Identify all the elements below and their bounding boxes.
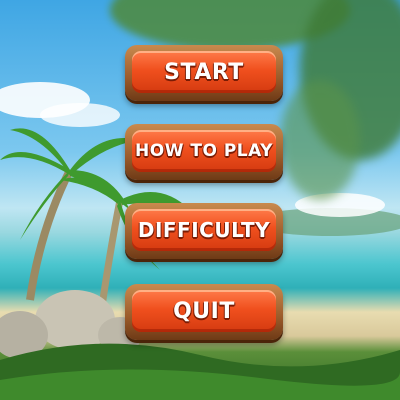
quit-button-face[interactable]: QUIT <box>132 290 276 332</box>
difficulty-button-label: DIFFICULTY <box>137 218 271 242</box>
how-to-play-button-face[interactable]: HOW TO PLAY <box>132 130 276 172</box>
start-button-label: START <box>164 59 244 85</box>
cloud <box>40 103 120 127</box>
difficulty-button[interactable]: DIFFICULTY <box>125 203 283 259</box>
how-to-play-button[interactable]: HOW TO PLAY <box>125 124 283 180</box>
quit-button-label: QUIT <box>173 298 235 324</box>
blurred-leaves <box>280 80 360 200</box>
quit-button[interactable]: QUIT <box>125 284 283 340</box>
how-to-play-button-label: HOW TO PLAY <box>135 141 273 161</box>
start-button-face[interactable]: START <box>132 51 276 93</box>
palm-trunk <box>26 168 74 301</box>
start-button[interactable]: START <box>125 45 283 101</box>
difficulty-button-face[interactable]: DIFFICULTY <box>132 209 276 251</box>
